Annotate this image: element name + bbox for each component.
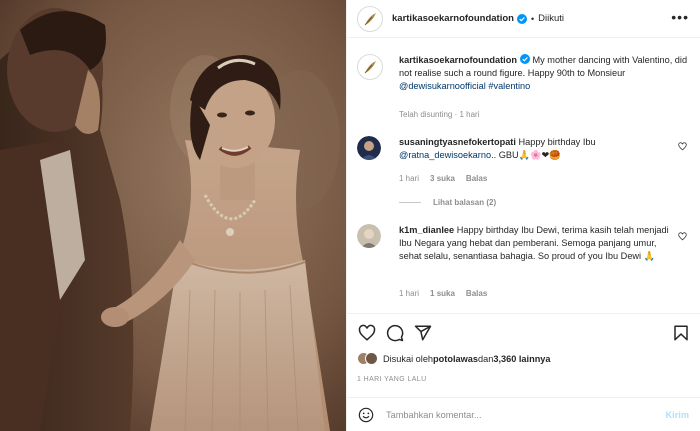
view-replies-button[interactable]: Lihat balasan (2) bbox=[399, 198, 496, 207]
post-header: kartikasoekarnofoundation • Diikuti ••• bbox=[347, 0, 700, 38]
caption-mention-link[interactable]: @dewisukarnoofficial bbox=[399, 81, 486, 91]
comment-time: 1 hari bbox=[399, 174, 420, 183]
post-comment-button[interactable]: Kirim bbox=[666, 410, 690, 420]
emoji-icon[interactable] bbox=[358, 407, 374, 423]
comment-likes[interactable]: 1 suka bbox=[430, 289, 455, 298]
profile-avatar[interactable] bbox=[357, 5, 383, 32]
vintage-photo-illustration bbox=[0, 0, 346, 431]
comment-time: 1 hari bbox=[399, 289, 420, 298]
heart-icon[interactable] bbox=[358, 324, 376, 342]
caption-username[interactable]: kartikasoekarnofoundation bbox=[399, 55, 517, 65]
caption-avatar[interactable] bbox=[357, 54, 383, 80]
comment-input[interactable] bbox=[386, 409, 646, 420]
comment-text: susaningtyasnefokertopati Happy birthday… bbox=[399, 136, 669, 162]
verified-icon bbox=[516, 13, 527, 24]
header-username[interactable]: kartikasoekarnofoundation bbox=[392, 13, 514, 24]
post-timestamp: 1 HARI YANG LALU bbox=[357, 376, 427, 383]
likes-prefix: Disukai oleh bbox=[383, 353, 434, 364]
likes-user[interactable]: potolawas bbox=[433, 354, 478, 364]
comment-avatar[interactable] bbox=[357, 136, 381, 160]
liker-avatar[interactable] bbox=[365, 352, 378, 365]
comment-like-heart-icon[interactable] bbox=[678, 142, 687, 151]
comment-meta: 1 hari 1 suka Balas bbox=[399, 289, 487, 298]
comment-text: k1m_dianlee Happy birthday Ibu Dewi, ter… bbox=[399, 224, 669, 263]
comment-meta: 1 hari 3 suka Balas bbox=[399, 174, 487, 183]
feather-logo-icon bbox=[364, 61, 376, 74]
likes-summary: Disukai oleh potolawas dan 3,360 lainnya bbox=[357, 352, 551, 365]
caption-hashtag-link[interactable]: #valentino bbox=[488, 81, 530, 91]
likes-count[interactable]: 3,360 lainnya bbox=[493, 354, 550, 364]
post-photo[interactable] bbox=[0, 0, 346, 431]
comment-reply-button[interactable]: Balas bbox=[466, 174, 487, 183]
caption-text: kartikasoekarnofoundation My mother danc… bbox=[399, 54, 689, 93]
comment-body-end: .. GBU🙏🌸❤🥮 bbox=[491, 150, 561, 160]
share-icon[interactable] bbox=[414, 324, 432, 342]
comment-composer: Kirim bbox=[347, 397, 700, 431]
header-separator: • bbox=[530, 13, 535, 24]
post-action-bar bbox=[347, 313, 700, 353]
comment-like-heart-icon[interactable] bbox=[678, 232, 687, 241]
view-replies-label[interactable]: Lihat balasan (2) bbox=[433, 198, 496, 207]
instagram-post: kartikasoekarnofoundation • Diikuti ••• … bbox=[0, 0, 700, 431]
comments-list[interactable]: kartikasoekarnofoundation My mother danc… bbox=[347, 38, 700, 312]
replies-line bbox=[399, 202, 421, 203]
comment-username[interactable]: susaningtyasnefokertopati bbox=[399, 137, 516, 147]
more-icon[interactable]: ••• bbox=[671, 10, 689, 24]
caption-edited-time: Telah disunting · 1 hari bbox=[399, 110, 480, 119]
follow-button[interactable]: Diikuti bbox=[538, 13, 564, 24]
bookmark-icon[interactable] bbox=[672, 324, 690, 342]
comment-likes[interactable]: 3 suka bbox=[430, 174, 455, 183]
comment-mention-link[interactable]: @ratna_dewisoekarno bbox=[399, 150, 491, 160]
comment-body: Happy birthday Ibu bbox=[515, 137, 596, 147]
comment-icon[interactable] bbox=[386, 324, 404, 342]
comment-avatar[interactable] bbox=[357, 224, 381, 248]
likes-mid: dan bbox=[477, 353, 494, 364]
comment-reply-button[interactable]: Balas bbox=[466, 289, 487, 298]
comment-username[interactable]: k1m_dianlee bbox=[399, 225, 454, 235]
post-side-panel: kartikasoekarnofoundation • Diikuti ••• … bbox=[346, 0, 700, 431]
feather-logo-icon bbox=[364, 12, 376, 25]
verified-icon bbox=[519, 54, 530, 64]
